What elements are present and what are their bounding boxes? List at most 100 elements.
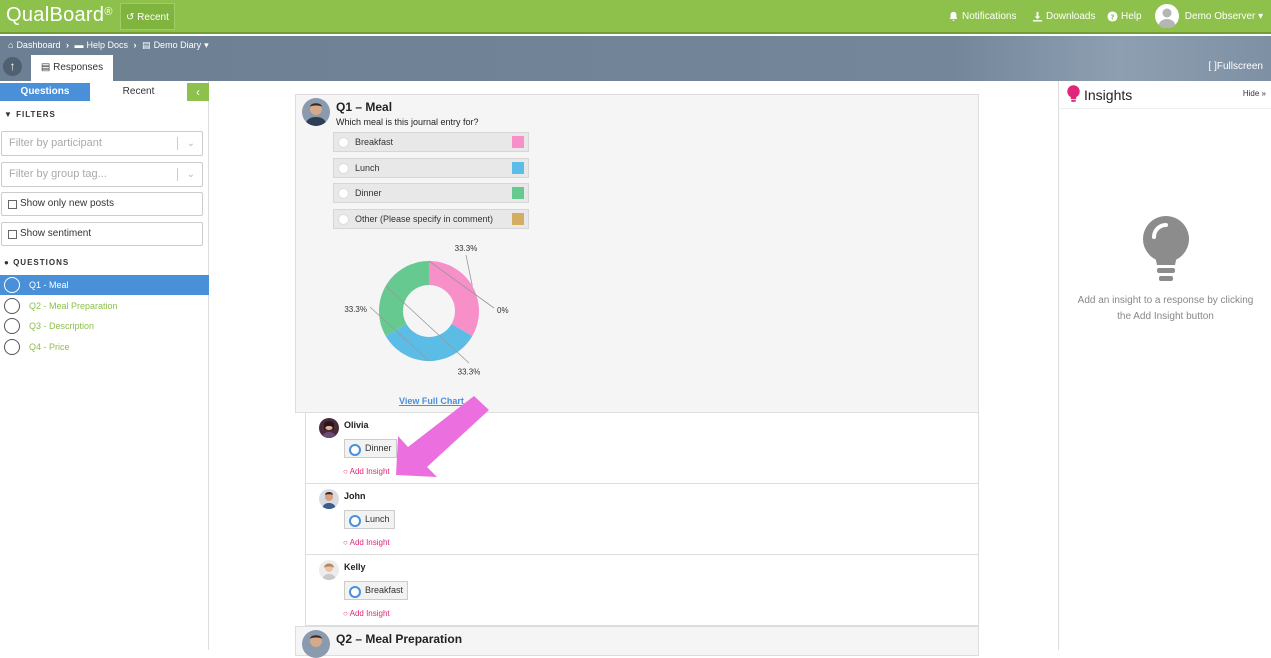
logo-text: QualBoard [6, 4, 105, 26]
color-swatch [512, 162, 524, 174]
tab-responses-label: Responses [53, 62, 104, 73]
filter-icon: ▼ [4, 110, 13, 119]
option-other: Other (Please specify in comment) [333, 209, 529, 229]
hide-label: Hide [1242, 89, 1260, 98]
divider [177, 168, 178, 181]
question-prompt: Which meal is this journal entry for? [336, 117, 479, 127]
caret-down-icon: ▾ [1258, 11, 1264, 22]
help-label: Help [1121, 11, 1142, 22]
donut-data-label: 33.3% [455, 245, 478, 253]
book-icon: ▤ [142, 40, 151, 50]
add-insight-label: Add Insight [349, 538, 390, 547]
sidebar-item-label: Q3 - Description [29, 321, 95, 331]
participant-filter-placeholder: Filter by participant [9, 137, 102, 149]
svg-text:?: ? [1110, 12, 1114, 21]
downloads-label: Downloads [1046, 11, 1096, 22]
left-sidebar: Questions Recent ‹ ▼ FILTERS Filter by p… [0, 81, 209, 650]
divider [177, 137, 178, 150]
folder-icon: ▬ [74, 40, 84, 50]
hide-insights-button[interactable]: Hide » [1243, 89, 1266, 98]
insights-empty-message: Add an insight to a response by clicking… [1077, 295, 1254, 322]
collapse-sidebar-button[interactable]: ‹ [187, 83, 209, 101]
sidebar-item-q2[interactable]: Q2 - Meal Preparation [0, 296, 209, 316]
add-insight-button[interactable]: ○ Add Insight [343, 538, 390, 547]
participant-filter-select[interactable]: Filter by participant ⌄ [1, 131, 203, 156]
double-chevron-right-icon: » [1261, 89, 1266, 98]
option-breakfast: Breakfast [333, 132, 529, 152]
notifications-button[interactable]: Notifications [944, 0, 1020, 34]
breadcrumb-dashboard[interactable]: Dashboard [16, 40, 60, 50]
tab-questions[interactable]: Questions [0, 83, 90, 101]
donut-chart: 33.3% 33.3% 33.3% 0% [344, 245, 509, 377]
responses-icon: ▤ [40, 62, 51, 73]
show-sentiment-checkbox[interactable]: Show sentiment [1, 222, 203, 246]
lightbulb-icon: ○ [343, 609, 348, 618]
comment-icon [4, 298, 20, 314]
view-full-chart-link[interactable]: View Full Chart [399, 396, 464, 406]
donut-slice-dinner[interactable] [379, 261, 429, 336]
chevron-down-icon: ⌄ [186, 138, 195, 149]
tab-responses[interactable]: ▤ Responses [31, 55, 113, 81]
tab-recent[interactable]: Recent [90, 83, 187, 101]
insights-title: Insights [1084, 87, 1133, 103]
sidebar-item-q3[interactable]: Q3 - Description [0, 316, 209, 336]
participant-avatar [319, 418, 339, 438]
lightbulb-icon: ○ [343, 467, 348, 476]
color-swatch [512, 213, 524, 225]
logo-mark: ® [104, 6, 113, 18]
participant-avatar [319, 560, 339, 580]
sidebar-item-label: Q4 - Price [29, 342, 70, 352]
radio-icon [338, 163, 349, 174]
donut-data-label: 0% [497, 306, 509, 315]
fullscreen-button[interactable]: [ ]Fullscreen [1209, 61, 1263, 72]
user-avatar-icon [1155, 4, 1179, 29]
donut-slice-breakfast[interactable] [429, 261, 479, 336]
up-level-button[interactable]: ↑ [3, 57, 22, 76]
sidebar-item-q1[interactable]: Q1 - Meal [0, 275, 209, 295]
comment-icon [4, 339, 20, 355]
show-new-posts-checkbox[interactable]: Show only new posts [1, 192, 203, 216]
chevron-left-icon: ‹ [196, 85, 200, 99]
question-circle-icon: ? [1107, 11, 1118, 22]
response-item: John Lunch ○ Add Insight [305, 484, 979, 555]
breadcrumb-help-docs[interactable]: Help Docs [87, 40, 129, 50]
responses-panel: Q1 – Meal Which meal is this journal ent… [210, 81, 1058, 658]
sidebar-item-label: Q2 - Meal Preparation [29, 301, 118, 311]
breadcrumb: ⌂ Dashboard › ▬ Help Docs › ▤ Demo Diary ▾ [8, 38, 212, 52]
insights-header: Insights Hide » [1059, 81, 1271, 109]
donut-slice-lunch[interactable] [385, 324, 473, 361]
filters-title: FILTERS [16, 110, 56, 119]
chevron-down-icon: ⌄ [186, 169, 195, 180]
participant-avatar [319, 489, 339, 509]
moderator-avatar [302, 630, 330, 658]
lightbulb-icon: ○ [343, 538, 348, 547]
comments-icon: ● [4, 258, 10, 267]
breadcrumb-demo-diary[interactable]: Demo Diary [154, 40, 202, 50]
group-tag-filter-select[interactable]: Filter by group tag... ⌄ [1, 162, 203, 187]
recent-button[interactable]: ↺ Recent [120, 3, 175, 30]
download-icon [1032, 11, 1043, 22]
history-icon: ↺ [126, 12, 135, 23]
response-answer: Breakfast [344, 581, 409, 600]
response-answer: Dinner [344, 439, 397, 458]
donut-data-label: 33.3% [344, 305, 367, 314]
qualboard-logo[interactable]: QualBoard® [6, 4, 113, 27]
add-insight-button[interactable]: ○ Add Insight [343, 467, 390, 476]
response-item: Olivia Dinner ○ Add Insight [305, 413, 979, 484]
arrow-up-icon: ↑ [9, 59, 16, 73]
sidebar-item-q4[interactable]: Q4 - Price [0, 337, 209, 357]
add-insight-label: Add Insight [349, 609, 390, 618]
radio-icon [338, 137, 349, 148]
questions-title: QUESTIONS [13, 258, 70, 267]
recent-label: Recent [137, 12, 169, 23]
question-title: Q1 – Meal [336, 100, 393, 114]
insights-panel: Insights Hide » Add an insight to a resp… [1058, 81, 1271, 650]
add-insight-button[interactable]: ○ Add Insight [343, 609, 390, 618]
sub-header: ⌂ Dashboard › ▬ Help Docs › ▤ Demo Diary ▾ ↑… [0, 36, 1271, 81]
sidebar-item-label: Q1 - Meal [29, 280, 69, 290]
user-menu[interactable]: Demo Observer ▾ [1151, 0, 1267, 34]
moderator-avatar [302, 98, 330, 126]
downloads-button[interactable]: Downloads [1028, 0, 1099, 34]
help-button[interactable]: ? Help [1103, 0, 1146, 34]
option-dinner: Dinner [333, 183, 529, 203]
